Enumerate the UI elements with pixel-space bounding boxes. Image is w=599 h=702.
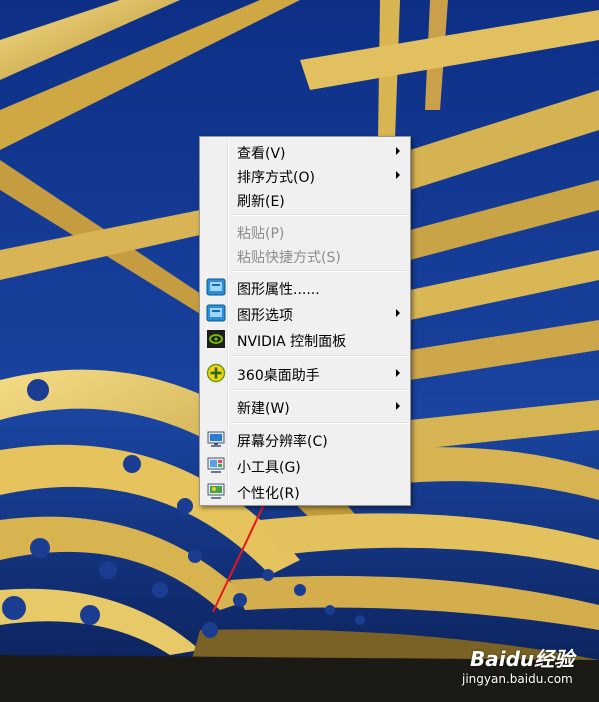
menu-item-gadgets[interactable]: 小工具(G) — [202, 454, 408, 476]
personalize-icon — [206, 481, 226, 501]
menu-separator — [231, 214, 408, 216]
menu-separator — [231, 270, 408, 272]
menu-item-label: 个性化(R) — [237, 486, 300, 502]
menu-separator — [231, 389, 408, 391]
submenu-arrow-icon — [396, 402, 400, 410]
submenu-arrow-icon — [396, 147, 400, 155]
menu-item-label: NVIDIA 控制面板 — [237, 334, 347, 350]
menu-item-graphics-options[interactable]: 图形选项 — [202, 302, 408, 324]
monitor-icon — [206, 429, 226, 449]
menu-item-label: 查看(V) — [237, 146, 286, 162]
menu-separator — [231, 422, 408, 424]
submenu-arrow-icon — [396, 171, 400, 179]
watermark-url: jingyan.baidu.com — [462, 672, 573, 686]
intel-graphics-icon — [206, 277, 226, 297]
menu-item-label: 360桌面助手 — [237, 368, 320, 384]
menu-item-label: 新建(W) — [237, 401, 290, 417]
menu-separator — [231, 355, 408, 357]
menu-item-graphics-properties[interactable]: 图形属性...... — [202, 276, 408, 298]
baidu-jingyan-watermark: Baidu经验 — [470, 647, 575, 671]
menu-item-paste-shortcut: 粘贴快捷方式(S) — [202, 244, 408, 266]
menu-item-label: 粘贴(P) — [237, 226, 285, 242]
menu-item-label: 图形选项 — [237, 308, 293, 324]
menu-item-nvidia-control-panel[interactable]: NVIDIA 控制面板 — [202, 328, 408, 350]
menu-item-label: 刷新(E) — [237, 194, 285, 210]
menu-item-new[interactable]: 新建(W) — [202, 395, 408, 417]
menu-item-paste: 粘贴(P) — [202, 220, 408, 242]
nvidia-icon — [206, 329, 226, 349]
360-plus-icon — [206, 363, 226, 383]
menu-item-personalize[interactable]: 个性化(R) — [202, 480, 408, 502]
menu-item-sort-by[interactable]: 排序方式(O) — [202, 164, 408, 186]
submenu-arrow-icon — [396, 369, 400, 377]
menu-item-screen-resolution[interactable]: 屏幕分辨率(C) — [202, 428, 408, 450]
menu-item-label: 小工具(G) — [237, 460, 301, 476]
menu-item-label: 排序方式(O) — [237, 170, 315, 186]
menu-item-refresh[interactable]: 刷新(E) — [202, 188, 408, 210]
menu-item-360-desktop-assistant[interactable]: 360桌面助手 — [202, 362, 408, 384]
submenu-arrow-icon — [396, 309, 400, 317]
desktop-context-menu: 查看(V) 排序方式(O) 刷新(E) 粘贴(P) 粘贴快捷方式(S) 图形属性… — [199, 136, 411, 506]
menu-item-view[interactable]: 查看(V) — [202, 140, 408, 162]
intel-graphics-icon — [206, 303, 226, 323]
menu-item-label: 屏幕分辨率(C) — [237, 434, 328, 450]
gadgets-icon — [206, 455, 226, 475]
menu-item-label: 粘贴快捷方式(S) — [237, 250, 341, 266]
menu-item-label: 图形属性...... — [237, 282, 320, 298]
